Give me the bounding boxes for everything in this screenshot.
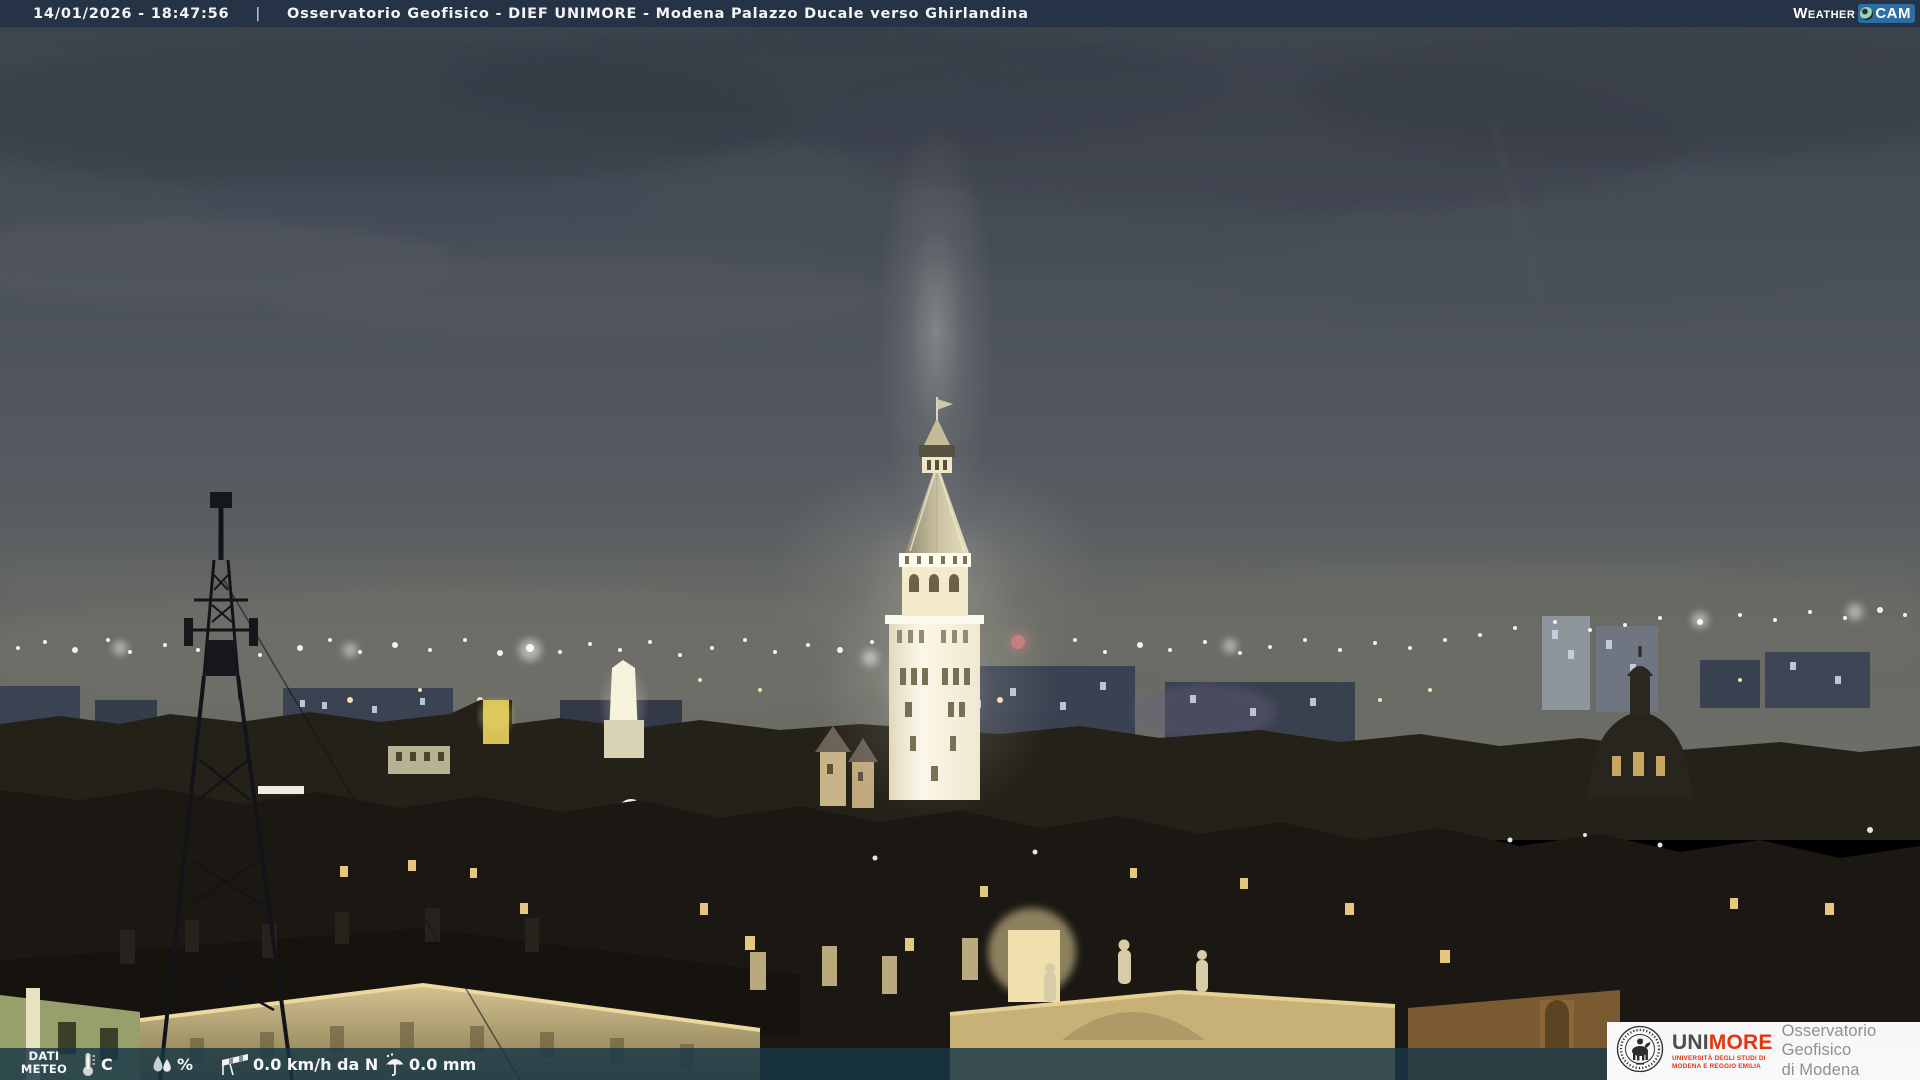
university-name-line1: UNIVERSITÀ DEGLI STUDI DI — [1672, 1055, 1766, 1062]
weathercam-weather-label: WEATHER — [1793, 5, 1856, 22]
weathercam-lens-icon — [1860, 7, 1874, 20]
unimore-wordmark: UNIMORE UNIVERSITÀ DEGLI STUDI DI MODENA… — [1672, 1032, 1773, 1070]
weathercam-logo[interactable]: WEATHER CAM — [1793, 1, 1915, 26]
unimore-plaque[interactable]: UNIMORE UNIVERSITÀ DEGLI STUDI DI MODENA… — [1607, 1022, 1920, 1080]
timestamp: 14/01/2026 - 18:47:56 — [33, 5, 230, 22]
temperature-value: C — [101, 1054, 113, 1074]
webcam-photo — [0, 0, 1920, 1080]
rain-value: 0.0 mm — [409, 1054, 477, 1074]
dati-meteo-label: DATI METEO — [20, 1049, 68, 1076]
rain-icon — [383, 1048, 407, 1080]
university-name-line2: MODENA E REGGIO EMILIA — [1672, 1062, 1761, 1070]
wordmark-uni: UNI — [1672, 1031, 1709, 1054]
status-bar: 14/01/2026 - 18:47:56 | Osservatorio Geo… — [0, 0, 1920, 27]
observatory-name: Osservatorio Geofisico di Modena — [1781, 1021, 1877, 1079]
weathercam-cam-label: CAM — [1875, 5, 1911, 22]
camera-title: Osservatorio Geofisico - DIEF UNIMORE - … — [287, 5, 1029, 22]
separator: | — [255, 5, 262, 22]
windsock-icon — [220, 1048, 250, 1080]
unimore-seal-icon — [1616, 1025, 1664, 1078]
webcam-viewer: 14/01/2026 - 18:47:56 | Osservatorio Geo… — [0, 0, 1920, 1080]
humidity-value: % — [177, 1054, 194, 1074]
humidity-icon — [150, 1048, 174, 1080]
wind-value: 0.0 km/h da N — [253, 1054, 379, 1074]
wordmark-more: MORE — [1708, 1031, 1773, 1054]
thermometer-icon — [80, 1048, 96, 1080]
weathercam-badge: CAM — [1858, 4, 1915, 23]
